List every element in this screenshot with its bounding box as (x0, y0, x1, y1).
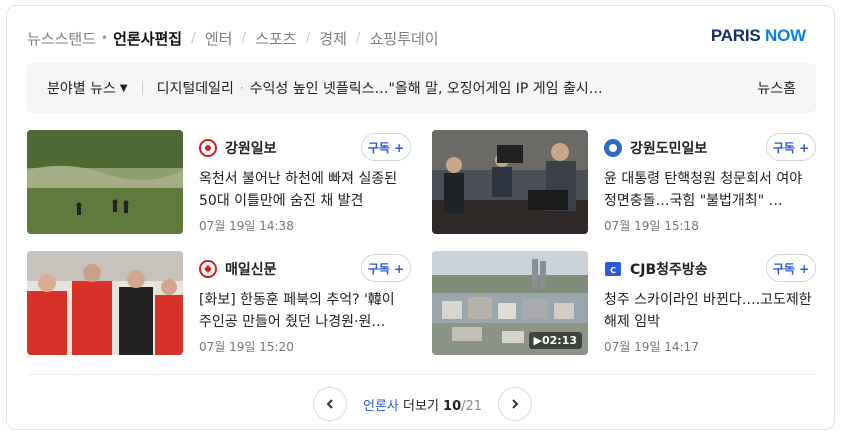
logo-paris-text: PARIS (710, 26, 766, 45)
tab-separator: / (191, 30, 196, 46)
tab-separator: / (355, 30, 361, 46)
news-tabs: 뉴스스탠드 • 언론사편집 / 엔터 / 스포츠 / 경제 / 쇼핑투데이 (27, 26, 439, 50)
logo-now-text: NOW (765, 26, 806, 45)
subscribe-button[interactable]: 구독 + (361, 254, 411, 282)
article-card: 강원일보 구독 + 옥천서 불어난 하천에 빠져 실종된 50대 이틀만에 숨진… (27, 130, 411, 234)
article-date: 07월 19일 14:17 (604, 340, 699, 354)
article-title[interactable]: [화보] 한동훈 페북의 추억? '韓이 주인공 만들어 줬던 나경원·원… (199, 289, 411, 333)
more-press-word: 언론사 (363, 398, 399, 414)
press-logo-icon (199, 139, 217, 157)
article-card: ▶02:13 C CJB청주방송 구독 + 청주 스카이라인 바뀐다….고도제한… (432, 251, 816, 355)
article-date: 07월 19일 15:18 (604, 219, 699, 233)
caret-down-icon: ▼ (119, 82, 128, 94)
tab-sports[interactable]: 스포츠 (255, 28, 296, 49)
press-name[interactable]: C CJB청주방송 (604, 259, 708, 279)
tab-separator: / (241, 30, 247, 46)
tab-entertainment[interactable]: 엔터 (205, 28, 233, 49)
press-name[interactable]: 강원도민일보 (604, 138, 707, 158)
more-press-label[interactable]: 언론사 더보기 10/21 (363, 395, 482, 414)
news-panel: 뉴스스탠드 • 언론사편집 / 엔터 / 스포츠 / 경제 / 쇼핑투데이 PA… (6, 5, 835, 430)
chevron-left-icon (326, 399, 333, 409)
chevron-right-icon (512, 399, 519, 409)
current-page: 10 (443, 398, 462, 414)
news-ticker: 분야별 뉴스 ▼ 디지털데일리 · 수익성 높인 넷플릭스…"올해 말, 오징어… (27, 63, 816, 113)
pagination: 언론사 더보기 10/21 (313, 386, 533, 422)
tab-shopping-today[interactable]: 쇼핑투데이 (370, 28, 439, 49)
tab-press-edit[interactable]: 언론사편집 (113, 28, 182, 49)
press-label: 강원일보 (225, 141, 277, 157)
article-title[interactable]: 윤 대통령 탄핵청원 청문회서 여야 정면충돌…국힘 "불법개최" … (604, 168, 816, 212)
press-label: 매일신문 (225, 262, 277, 278)
article-date: 07월 19일 14:38 (199, 219, 294, 233)
divider (141, 81, 143, 95)
press-name[interactable]: 매일신문 (199, 259, 277, 279)
article-thumbnail[interactable] (27, 251, 183, 355)
divider (27, 374, 816, 375)
total-pages: /21 (461, 398, 483, 414)
svg-text:C: C (610, 266, 616, 275)
category-label: 분야별 뉴스 (47, 81, 116, 97)
subscribe-button[interactable]: 구독 + (361, 133, 411, 161)
tab-dot-separator: • (101, 31, 109, 45)
more-word: 더보기 (398, 398, 444, 414)
press-label: 강원도민일보 (630, 141, 708, 157)
subscribe-button[interactable]: 구독 + (766, 254, 816, 282)
tab-separator: / (305, 30, 311, 46)
middle-dot: · (239, 81, 244, 95)
subscribe-button[interactable]: 구독 + (766, 133, 816, 161)
press-name[interactable]: 강원일보 (199, 138, 277, 158)
article-date: 07월 19일 15:20 (199, 340, 294, 354)
prev-page-button[interactable] (313, 387, 347, 421)
press-logo-icon (604, 139, 622, 157)
tab-newsstand[interactable]: 뉴스스탠드 (27, 28, 96, 49)
press-logo-icon (199, 260, 217, 278)
ticker-source[interactable]: 디지털데일리 (157, 78, 234, 98)
paris-now-logo[interactable]: PARIS NOW (711, 26, 806, 46)
press-label: CJB청주방송 (630, 262, 708, 278)
video-duration-badge: ▶02:13 (528, 332, 582, 349)
news-home-link[interactable]: 뉴스홈 (757, 78, 796, 98)
article-card: 강원도민일보 구독 + 윤 대통령 탄핵청원 청문회서 여야 정면충돌…국힘 "… (432, 130, 816, 234)
tab-economy[interactable]: 경제 (319, 28, 347, 49)
press-logo-icon: C (604, 260, 622, 278)
ticker-headline[interactable]: 수익성 높인 넷플릭스…"올해 말, 오징어게임 IP 게임 출시… (250, 78, 635, 98)
article-thumbnail[interactable] (27, 130, 183, 234)
article-card: 매일신문 구독 + [화보] 한동훈 페북의 추억? '韓이 주인공 만들어 줬… (27, 251, 411, 355)
video-duration: 02:13 (541, 334, 577, 347)
next-page-button[interactable] (498, 387, 533, 421)
category-dropdown[interactable]: 분야별 뉴스 ▼ (47, 78, 128, 98)
article-title[interactable]: 청주 스카이라인 바뀐다….고도제한 해제 임박 (604, 289, 816, 333)
article-thumbnail[interactable] (432, 130, 588, 234)
article-title[interactable]: 옥천서 불어난 하천에 빠져 실종된 50대 이틀만에 숨진 채 발견 (199, 168, 411, 212)
article-thumbnail[interactable]: ▶02:13 (432, 251, 588, 355)
